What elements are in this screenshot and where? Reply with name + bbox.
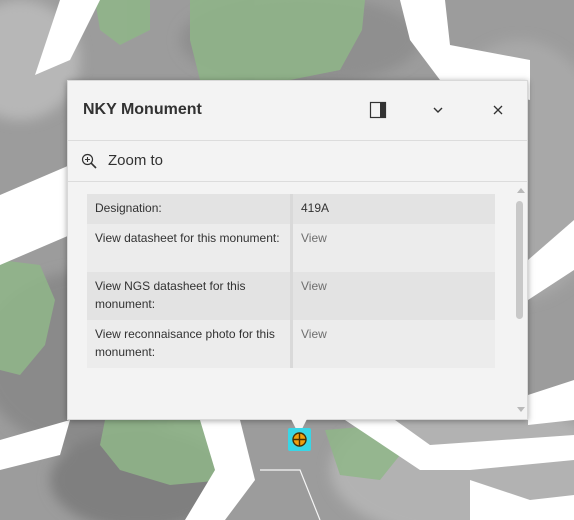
field-value: 419A: [291, 194, 495, 224]
popup-actions: Zoom to: [68, 141, 527, 182]
table-row: View reconnaisance photo for this monume…: [87, 320, 495, 368]
attribute-table: Designation: 419A View datasheet for thi…: [87, 194, 495, 368]
zoom-to-label: Zoom to: [108, 152, 164, 169]
table-row: Designation: 419A: [87, 194, 495, 224]
monument-marker-icon[interactable]: [287, 427, 312, 452]
field-label: View NGS datasheet for this monument:: [87, 272, 293, 320]
close-button[interactable]: [487, 99, 509, 121]
collapse-button[interactable]: [427, 99, 449, 121]
table-row: View datasheet for this monument: View: [87, 224, 495, 272]
field-label: Designation:: [87, 194, 293, 224]
scrollbar-thumb[interactable]: [516, 201, 523, 319]
dock-button[interactable]: [367, 99, 389, 121]
field-label: View datasheet for this monument:: [87, 224, 293, 272]
popup-header: NKY Monument: [68, 81, 527, 141]
view-link[interactable]: View: [291, 224, 495, 272]
view-link[interactable]: View: [291, 272, 495, 320]
feature-popup: NKY Monument Zoom to Designation: 419A V…: [67, 80, 528, 420]
table-row: View NGS datasheet for this monument: Vi…: [87, 272, 495, 320]
view-link[interactable]: View: [291, 320, 495, 368]
scrollbar[interactable]: [515, 185, 526, 419]
close-icon: [493, 105, 503, 115]
popup-title: NKY Monument: [83, 101, 202, 118]
scroll-down-arrow-icon[interactable]: [517, 407, 525, 412]
scroll-up-arrow-icon[interactable]: [517, 188, 525, 193]
zoom-in-icon: [81, 153, 97, 169]
dock-icon: [369, 101, 387, 119]
field-label: View reconnaisance photo for this monume…: [87, 320, 293, 368]
chevron-down-icon: [433, 107, 443, 113]
